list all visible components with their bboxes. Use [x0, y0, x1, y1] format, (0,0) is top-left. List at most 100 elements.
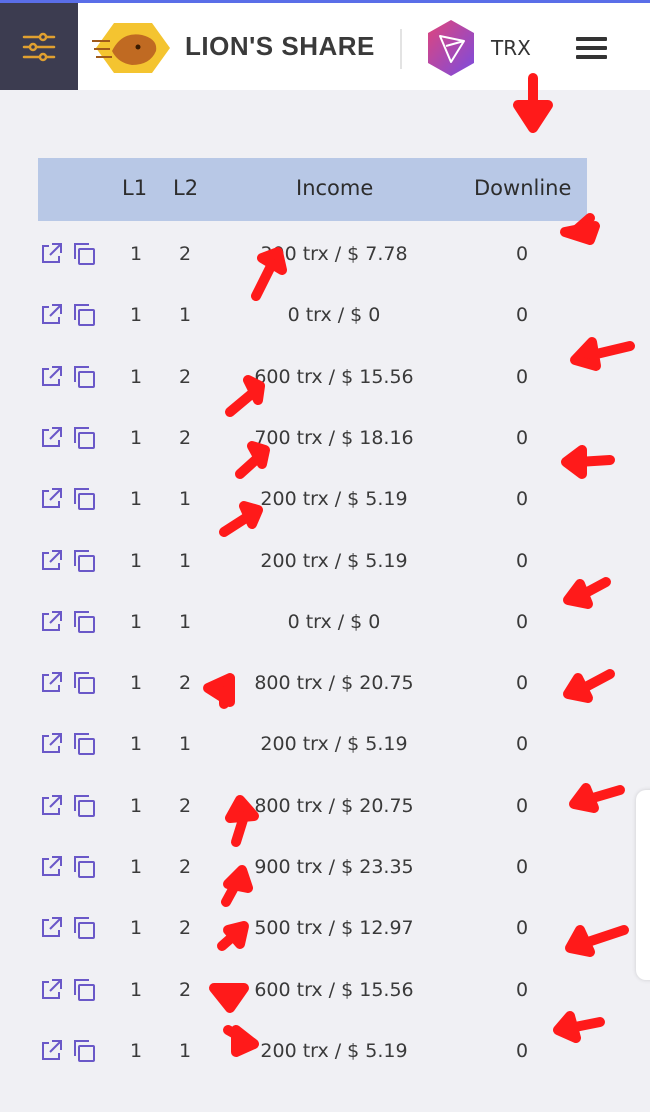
cell-l2: 1 [179, 1039, 192, 1062]
copy-icon[interactable] [71, 302, 97, 328]
lion-logo [92, 23, 170, 73]
open-link-icon[interactable] [38, 486, 64, 512]
cell-l2: 2 [179, 672, 192, 695]
cell-l2: 2 [179, 794, 192, 817]
brand-name: LION'S SHARE [185, 31, 375, 61]
cell-downline: 0 [516, 365, 529, 388]
cell-l2: 1 [179, 488, 192, 511]
tron-icon[interactable] [426, 19, 476, 77]
copy-icon[interactable] [71, 1038, 97, 1064]
copy-icon[interactable] [71, 364, 97, 390]
open-link-icon[interactable] [38, 1038, 64, 1064]
cell-l2: 2 [179, 856, 192, 878]
column-l1: L1 [122, 176, 148, 200]
cell-l2: 1 [179, 549, 192, 572]
cell-l1: 1 [130, 304, 143, 327]
cell-income: 200 trx / $ 5.19 [260, 488, 408, 511]
cell-l1: 1 [130, 365, 143, 388]
cell-income: 200 trx / $ 5.19 [260, 549, 408, 572]
open-link-icon[interactable] [38, 548, 64, 574]
cell-l1: 1 [130, 733, 143, 756]
open-link-icon[interactable] [38, 854, 64, 880]
cell-l1: 1 [130, 243, 143, 265]
cell-l2: 1 [179, 733, 192, 756]
table-row: 1 1 200 trx / $ 5.19 0 [0, 1039, 650, 1112]
cell-downline: 0 [516, 917, 529, 940]
annotation-arrow [560, 213, 600, 245]
copy-icon[interactable] [71, 915, 97, 941]
cell-l2: 2 [179, 426, 192, 449]
copy-icon[interactable] [71, 977, 97, 1003]
copy-icon[interactable] [71, 670, 97, 696]
cell-l2: 1 [179, 610, 192, 633]
cell-l1: 1 [130, 856, 143, 878]
open-link-icon[interactable] [38, 915, 64, 941]
cell-downline: 0 [516, 794, 529, 817]
copy-icon[interactable] [71, 241, 97, 267]
cell-downline: 0 [516, 488, 529, 511]
cell-income: 300 trx / $ 7.78 [260, 243, 408, 265]
header-divider [400, 29, 402, 69]
cell-l2: 2 [179, 917, 192, 940]
cell-income: 200 trx / $ 5.19 [260, 1039, 408, 1062]
copy-icon[interactable] [71, 793, 97, 819]
cell-income: 800 trx / $ 20.75 [254, 672, 414, 695]
cell-income: 600 trx / $ 15.56 [254, 365, 414, 388]
cell-downline: 0 [516, 672, 529, 695]
copy-icon[interactable] [71, 731, 97, 757]
column-income: Income [296, 176, 374, 200]
open-link-icon[interactable] [38, 609, 64, 635]
open-link-icon[interactable] [38, 302, 64, 328]
cell-income: 0 trx / $ 0 [287, 610, 381, 633]
cell-l1: 1 [130, 917, 143, 940]
cell-l1: 1 [130, 794, 143, 817]
cell-downline: 0 [516, 1039, 529, 1062]
cell-income: 600 trx / $ 15.56 [254, 978, 414, 1001]
cell-l1: 1 [130, 978, 143, 1001]
open-link-icon[interactable] [38, 241, 64, 267]
copy-icon[interactable] [71, 609, 97, 635]
cell-downline: 0 [516, 733, 529, 756]
cell-income: 900 trx / $ 23.35 [254, 856, 414, 878]
open-link-icon[interactable] [38, 731, 64, 757]
cell-downline: 0 [516, 549, 529, 572]
cell-income: 200 trx / $ 5.19 [260, 733, 408, 756]
cell-downline: 0 [516, 610, 529, 633]
open-link-icon[interactable] [38, 977, 64, 1003]
side-scroll-handle[interactable] [636, 790, 650, 980]
cell-l1: 1 [130, 426, 143, 449]
cell-l2: 2 [179, 365, 192, 388]
open-link-icon[interactable] [38, 364, 64, 390]
cell-income: 800 trx / $ 20.75 [254, 794, 414, 817]
cell-l2: 2 [179, 978, 192, 1001]
cell-l1: 1 [130, 1039, 143, 1062]
hamburger-icon[interactable] [576, 37, 607, 59]
currency-label[interactable]: TRX [491, 36, 531, 60]
cell-downline: 0 [516, 304, 529, 327]
cell-l2: 1 [179, 304, 192, 327]
cell-l1: 1 [130, 549, 143, 572]
sliders-icon [22, 32, 56, 61]
filter-menu-button[interactable] [0, 3, 78, 90]
cell-income: 700 trx / $ 18.16 [254, 426, 414, 449]
open-link-icon[interactable] [38, 425, 64, 451]
app-header: LION'S SHARE TRX [0, 3, 650, 90]
cell-l1: 1 [130, 672, 143, 695]
cell-income: 500 trx / $ 12.97 [254, 917, 414, 940]
copy-icon[interactable] [71, 486, 97, 512]
cell-l2: 2 [179, 243, 192, 265]
cell-downline: 0 [516, 426, 529, 449]
table-header: L1 L2 Income Downline [38, 158, 587, 221]
copy-icon[interactable] [71, 425, 97, 451]
copy-icon[interactable] [71, 854, 97, 880]
cell-income: 0 trx / $ 0 [287, 304, 381, 327]
cell-l1: 1 [130, 610, 143, 633]
open-link-icon[interactable] [38, 670, 64, 696]
column-downline: Downline [474, 176, 572, 200]
cell-l1: 1 [130, 488, 143, 511]
cell-downline: 0 [516, 243, 529, 265]
cell-downline: 0 [516, 856, 529, 878]
open-link-icon[interactable] [38, 793, 64, 819]
copy-icon[interactable] [71, 548, 97, 574]
cell-downline: 0 [516, 978, 529, 1001]
